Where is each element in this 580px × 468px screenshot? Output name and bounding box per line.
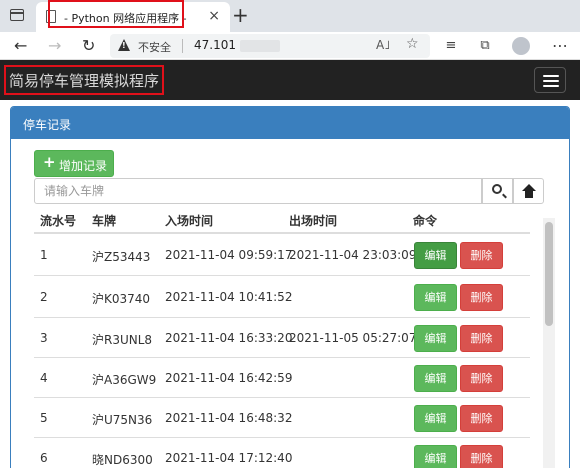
plate-search-input[interactable]	[34, 178, 482, 204]
col-header-plate: 车牌	[92, 214, 117, 228]
delete-button[interactable]: 删除	[460, 325, 503, 352]
edit-button[interactable]: 编辑	[414, 405, 457, 432]
cell-plate: 沪R3UNL8	[92, 333, 153, 347]
forward-button[interactable]: →	[48, 36, 61, 55]
cell-id: 3	[40, 331, 48, 345]
read-aloud-icon[interactable]: A˩	[376, 38, 390, 52]
warning-icon[interactable]	[118, 39, 130, 51]
delete-button[interactable]: 删除	[460, 365, 503, 392]
add-record-button[interactable]: + 增加记录	[34, 150, 114, 177]
plus-icon: +	[43, 153, 56, 171]
cell-in-time: 2021-11-04 16:48:32	[165, 411, 293, 425]
col-header-out-time: 出场时间	[289, 214, 338, 228]
table-row: 1 沪Z53443 2021-11-04 09:59:17 2021-11-04…	[34, 234, 530, 275]
table-row: 2 沪K03740 2021-11-04 10:41:52 编辑 删除	[34, 276, 530, 317]
cell-plate: 沪K03740	[92, 292, 151, 306]
table-row: 4 沪A36GW9 2021-11-04 16:42:59 编辑 删除	[34, 357, 530, 398]
address-bar[interactable]: 不安全 47.101 A˩ ☆	[110, 34, 430, 58]
delete-button[interactable]: 删除	[460, 242, 503, 269]
edit-button[interactable]: 编辑	[414, 284, 457, 311]
edit-button[interactable]: 编辑	[414, 445, 457, 468]
table-row: 5 沪U75N36 2021-11-04 16:48:32 编辑 删除	[34, 397, 530, 438]
home-icon	[522, 184, 536, 198]
url-text[interactable]: 47.101	[194, 38, 236, 52]
edit-button[interactable]: 编辑	[414, 365, 457, 392]
back-button[interactable]: ←	[14, 36, 27, 55]
home-button[interactable]	[513, 178, 544, 204]
cell-out-time: 2021-11-05 05:27:07	[289, 331, 417, 345]
new-tab-button[interactable]: +	[232, 3, 249, 27]
cell-in-time: 2021-11-04 17:12:40	[165, 451, 293, 465]
divider	[182, 39, 183, 53]
cell-id: 5	[40, 411, 48, 425]
col-header-in-time: 入场时间	[165, 214, 214, 228]
scrollbar-thumb[interactable]	[545, 222, 553, 326]
cell-in-time: 2021-11-04 09:59:17	[165, 248, 293, 262]
cell-id: 2	[40, 290, 48, 304]
edit-button[interactable]: 编辑	[414, 325, 457, 352]
collections-icon[interactable]: ⧉	[478, 39, 492, 53]
add-record-label: 增加记录	[59, 159, 108, 173]
redacted-url	[240, 40, 280, 52]
tab-close-icon[interactable]: ×	[208, 8, 220, 24]
browser-toolbar: ← → ↻ 不安全 47.101 A˩ ☆ ≡ ⧉ ⋯	[0, 32, 580, 60]
cell-in-time: 2021-11-04 16:33:20	[165, 331, 293, 345]
panel-title: 停车记录	[23, 118, 72, 132]
edit-button[interactable]: 编辑	[414, 242, 457, 269]
reload-button[interactable]: ↻	[82, 36, 95, 55]
highlight-box-brand	[4, 65, 164, 95]
cell-out-time: 2021-11-04 23:03:09	[289, 248, 417, 262]
delete-button[interactable]: 删除	[460, 405, 503, 432]
window-menu-icon[interactable]	[10, 9, 24, 21]
search-icon	[492, 184, 502, 194]
cell-plate: 沪U75N36	[92, 413, 153, 427]
col-header-command: 命令	[413, 214, 438, 228]
search-button[interactable]	[482, 178, 513, 204]
navbar-toggle-button[interactable]	[534, 67, 566, 93]
delete-button[interactable]: 删除	[460, 284, 503, 311]
profile-avatar[interactable]	[512, 37, 530, 55]
delete-button[interactable]: 删除	[460, 445, 503, 468]
cell-id: 1	[40, 248, 48, 262]
panel-header: 停车记录	[11, 107, 569, 139]
cell-id: 4	[40, 371, 48, 385]
cell-plate: 沪Z53443	[92, 250, 151, 264]
cell-in-time: 2021-11-04 16:42:59	[165, 371, 293, 385]
hamburger-icon	[543, 75, 559, 77]
col-header-id: 流水号	[40, 214, 77, 228]
insecure-label[interactable]: 不安全	[138, 39, 171, 55]
favorite-icon[interactable]: ☆	[406, 36, 419, 52]
favorites-list-icon[interactable]: ≡	[444, 39, 458, 53]
more-menu-icon[interactable]: ⋯	[552, 36, 568, 55]
table-row: 3 沪R3UNL8 2021-11-04 16:33:20 2021-11-05…	[34, 317, 530, 358]
cell-plate: 晓ND6300	[92, 453, 153, 467]
highlight-box-tab	[48, 0, 184, 28]
cell-id: 6	[40, 451, 48, 465]
cell-in-time: 2021-11-04 10:41:52	[165, 290, 293, 304]
table-scrollbar[interactable]	[543, 218, 555, 468]
table-row: 6 晓ND6300 2021-11-04 17:12:40 编辑 删除	[34, 437, 530, 468]
cell-plate: 沪A36GW9	[92, 373, 157, 387]
